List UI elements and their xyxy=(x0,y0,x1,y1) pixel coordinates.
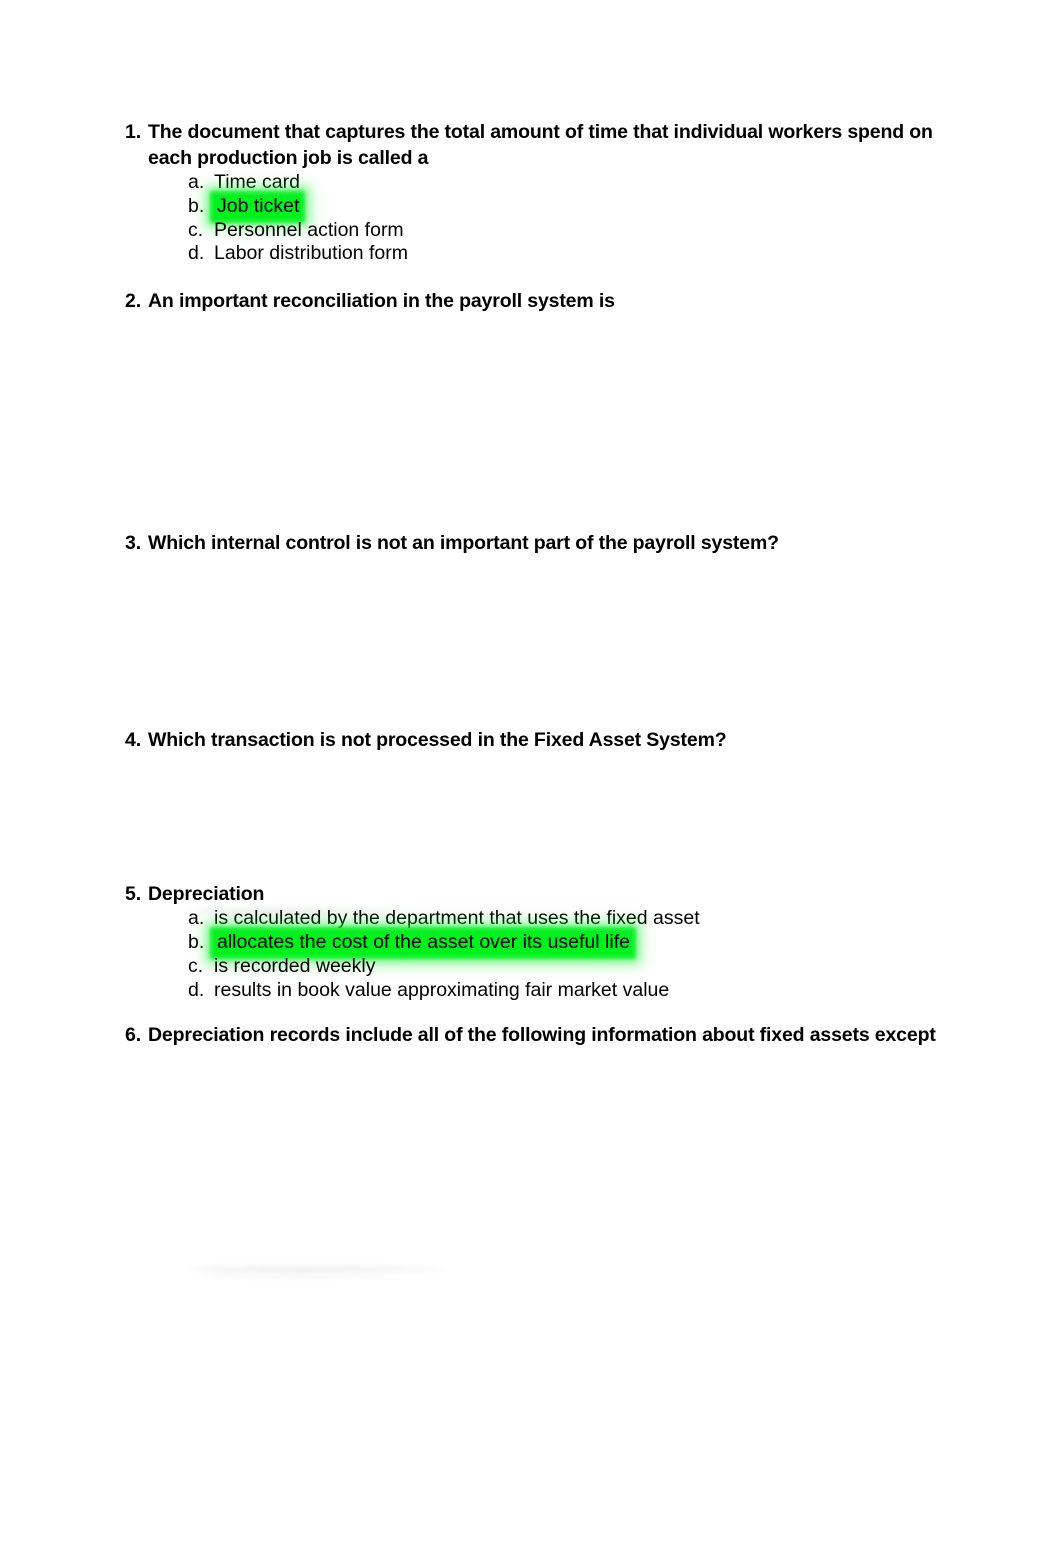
question-heading-3: 3. Which internal control is not an impo… xyxy=(125,531,955,557)
question-text-4: Which transaction is not processed in th… xyxy=(148,729,727,752)
option-text: Labor distribution form xyxy=(214,242,409,265)
question-heading-4: 4. Which transaction is not processed in… xyxy=(125,728,955,754)
erased-text-smudge xyxy=(196,1274,411,1279)
question-text-3: Which internal control is not an importa… xyxy=(148,531,779,554)
option-row[interactable]: c. Personnel action form xyxy=(125,219,955,243)
question-number-5: 5. xyxy=(125,882,141,905)
question-number-6: 6. xyxy=(125,1024,141,1047)
question-text-6: Depreciation records include all of the … xyxy=(148,1024,936,1047)
option-text-highlighted: allocates the cost of the asset over its… xyxy=(214,930,632,955)
option-letter: a. xyxy=(188,907,205,930)
answer-space-3 xyxy=(125,556,955,728)
answer-space-6 xyxy=(125,1049,955,1075)
option-row[interactable]: d. Labor distribution form xyxy=(125,242,955,266)
option-text: results in book value approximating fair… xyxy=(214,978,670,1001)
option-letter: d. xyxy=(188,242,205,265)
option-text-highlighted: Job ticket xyxy=(214,194,302,219)
question-heading-1: 1. The document that captures the total … xyxy=(125,120,955,171)
question-text-5: Depreciation xyxy=(148,882,265,905)
erased-text-smudge xyxy=(183,1266,453,1273)
option-text: Time card xyxy=(214,171,300,193)
question-block-2: 2. An important reconciliation in the pa… xyxy=(125,289,955,531)
option-row[interactable]: c. is recorded weekly xyxy=(125,955,955,979)
question-block-1: 1. The document that captures the total … xyxy=(125,120,955,266)
question-heading-6: 6. Depreciation records include all of t… xyxy=(125,1023,955,1049)
option-row[interactable]: a. is calculated by the department that … xyxy=(125,907,955,931)
question-block-4: 4. Which transaction is not processed in… xyxy=(125,728,955,882)
option-row[interactable]: a. Time card xyxy=(125,171,955,195)
option-letter: a. xyxy=(188,171,205,193)
question-text-1: The document that captures the total amo… xyxy=(148,121,933,169)
option-letter: b. xyxy=(188,194,205,217)
option-row[interactable]: b. Job ticket xyxy=(125,194,955,219)
option-letter: c. xyxy=(188,218,204,241)
option-letter: b. xyxy=(188,930,205,953)
answer-space-2 xyxy=(125,315,955,531)
question-number-2: 2. xyxy=(125,290,141,313)
question-text-2: An important reconciliation in the payro… xyxy=(148,290,615,313)
document-page: 1. The document that captures the total … xyxy=(0,0,1062,1556)
question-list: 1. The document that captures the total … xyxy=(125,120,955,1075)
question-heading-2: 2. An important reconciliation in the pa… xyxy=(125,289,955,315)
option-row[interactable]: b. allocates the cost of the asset over … xyxy=(125,930,955,955)
option-list-5: a. is calculated by the department that … xyxy=(125,907,955,1002)
option-list-1: a. Time card b. Job ticket c. Personnel … xyxy=(125,171,955,266)
question-number-3: 3. xyxy=(125,531,141,554)
option-text: is recorded weekly xyxy=(214,954,376,977)
option-row[interactable]: d. results in book value approximating f… xyxy=(125,979,955,1003)
option-letter: d. xyxy=(188,978,205,1001)
question-block-3: 3. Which internal control is not an impo… xyxy=(125,531,955,729)
question-number-4: 4. xyxy=(125,729,141,752)
option-letter: c. xyxy=(188,954,204,977)
question-number-1: 1. xyxy=(125,121,141,143)
question-block-6: 6. Depreciation records include all of t… xyxy=(125,1023,955,1075)
answer-space-4 xyxy=(125,754,955,882)
option-text: Personnel action form xyxy=(214,218,404,241)
question-block-5: 5. Depreciation a. is calculated by the … xyxy=(125,882,955,1024)
option-text: is calculated by the department that use… xyxy=(214,907,700,930)
question-heading-5: 5. Depreciation xyxy=(125,882,955,908)
